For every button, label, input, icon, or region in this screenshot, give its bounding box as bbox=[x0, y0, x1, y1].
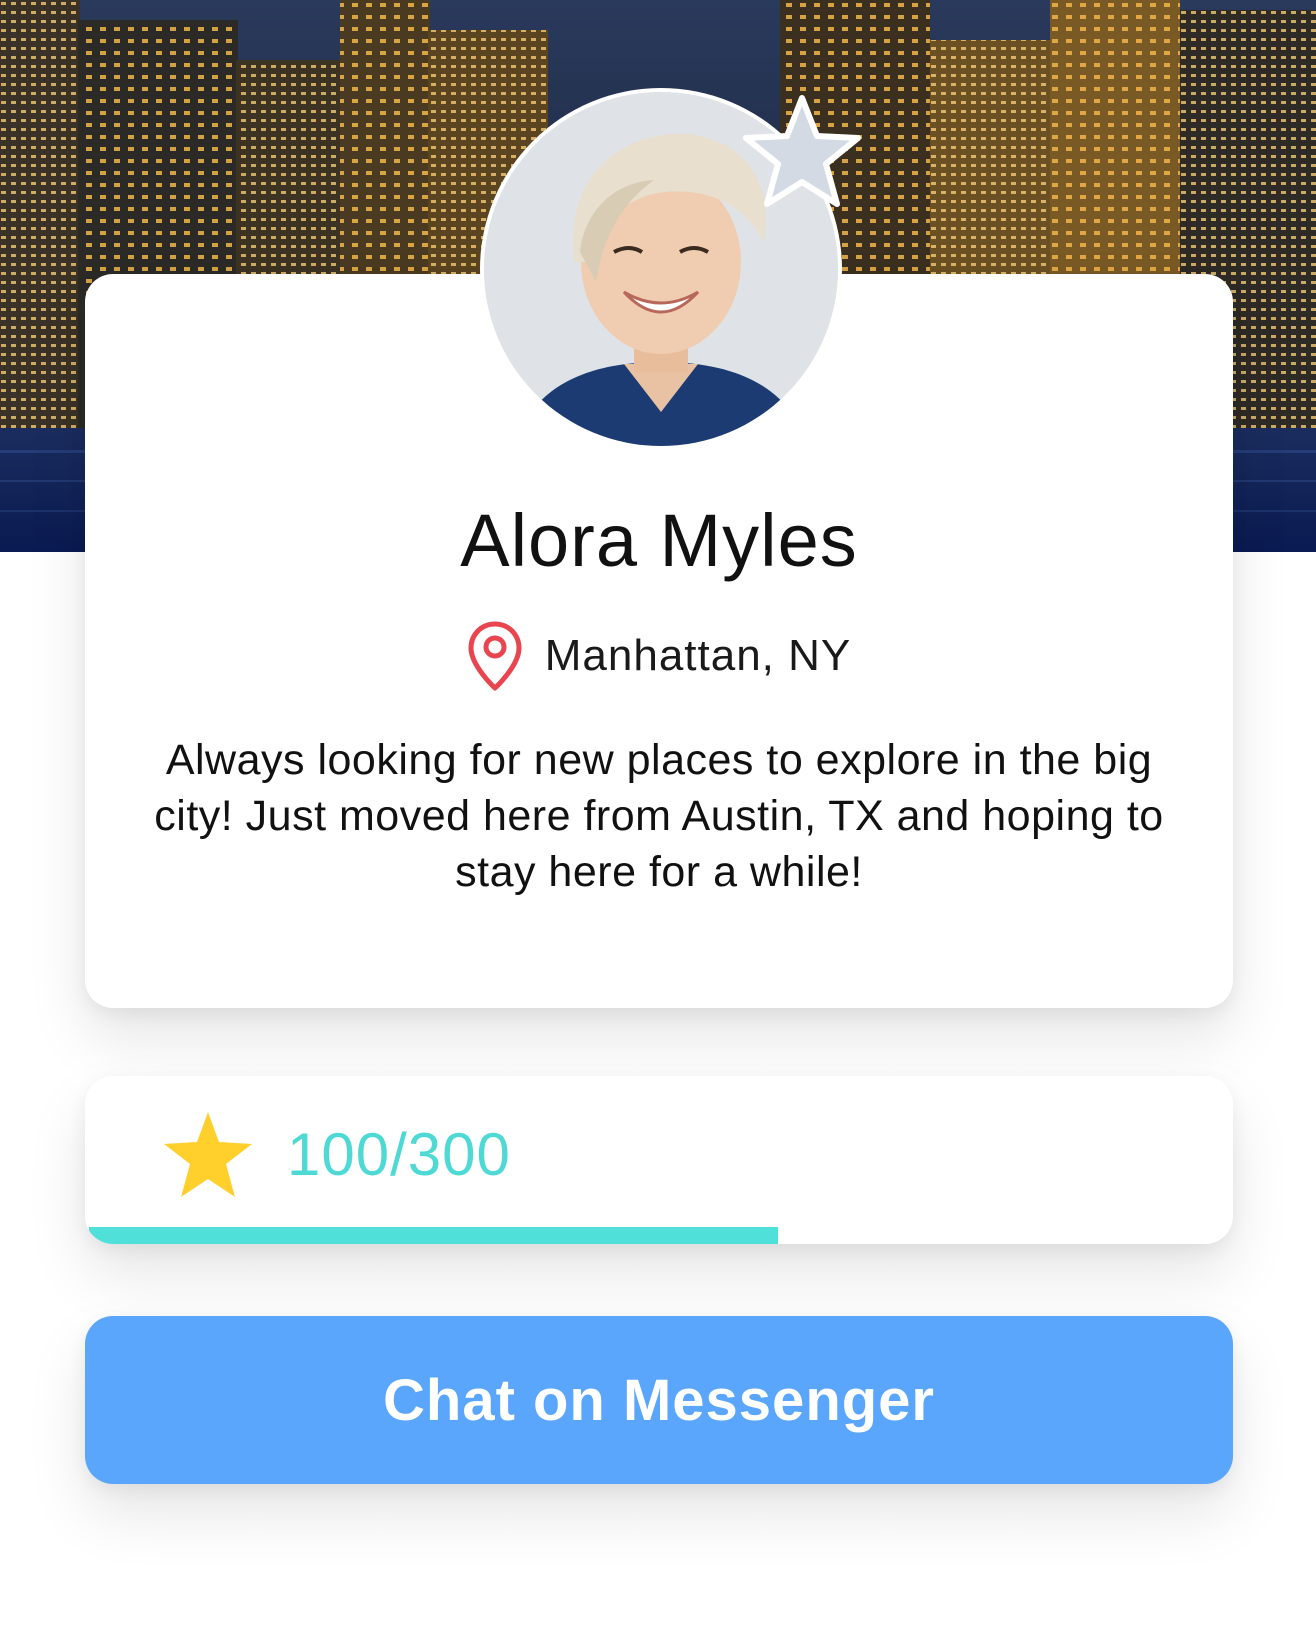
profile-name: Alora Myles bbox=[460, 499, 858, 582]
points-progress-bar bbox=[85, 1227, 1233, 1244]
star-icon bbox=[164, 1112, 252, 1197]
map-pin-icon bbox=[468, 621, 522, 691]
chat-on-messenger-button[interactable]: Chat on Messenger bbox=[85, 1316, 1233, 1484]
profile-bio: Always looking for new places to explore… bbox=[154, 736, 1164, 896]
location-label: Manhattan, NY bbox=[544, 631, 852, 680]
profile-location: Manhattan, NY bbox=[85, 620, 1233, 692]
points-card: 100/300 bbox=[85, 1076, 1233, 1244]
points-count: 100/300 bbox=[287, 1121, 511, 1188]
points-progress-fill bbox=[89, 1227, 778, 1244]
star-badge-icon[interactable] bbox=[740, 92, 864, 212]
